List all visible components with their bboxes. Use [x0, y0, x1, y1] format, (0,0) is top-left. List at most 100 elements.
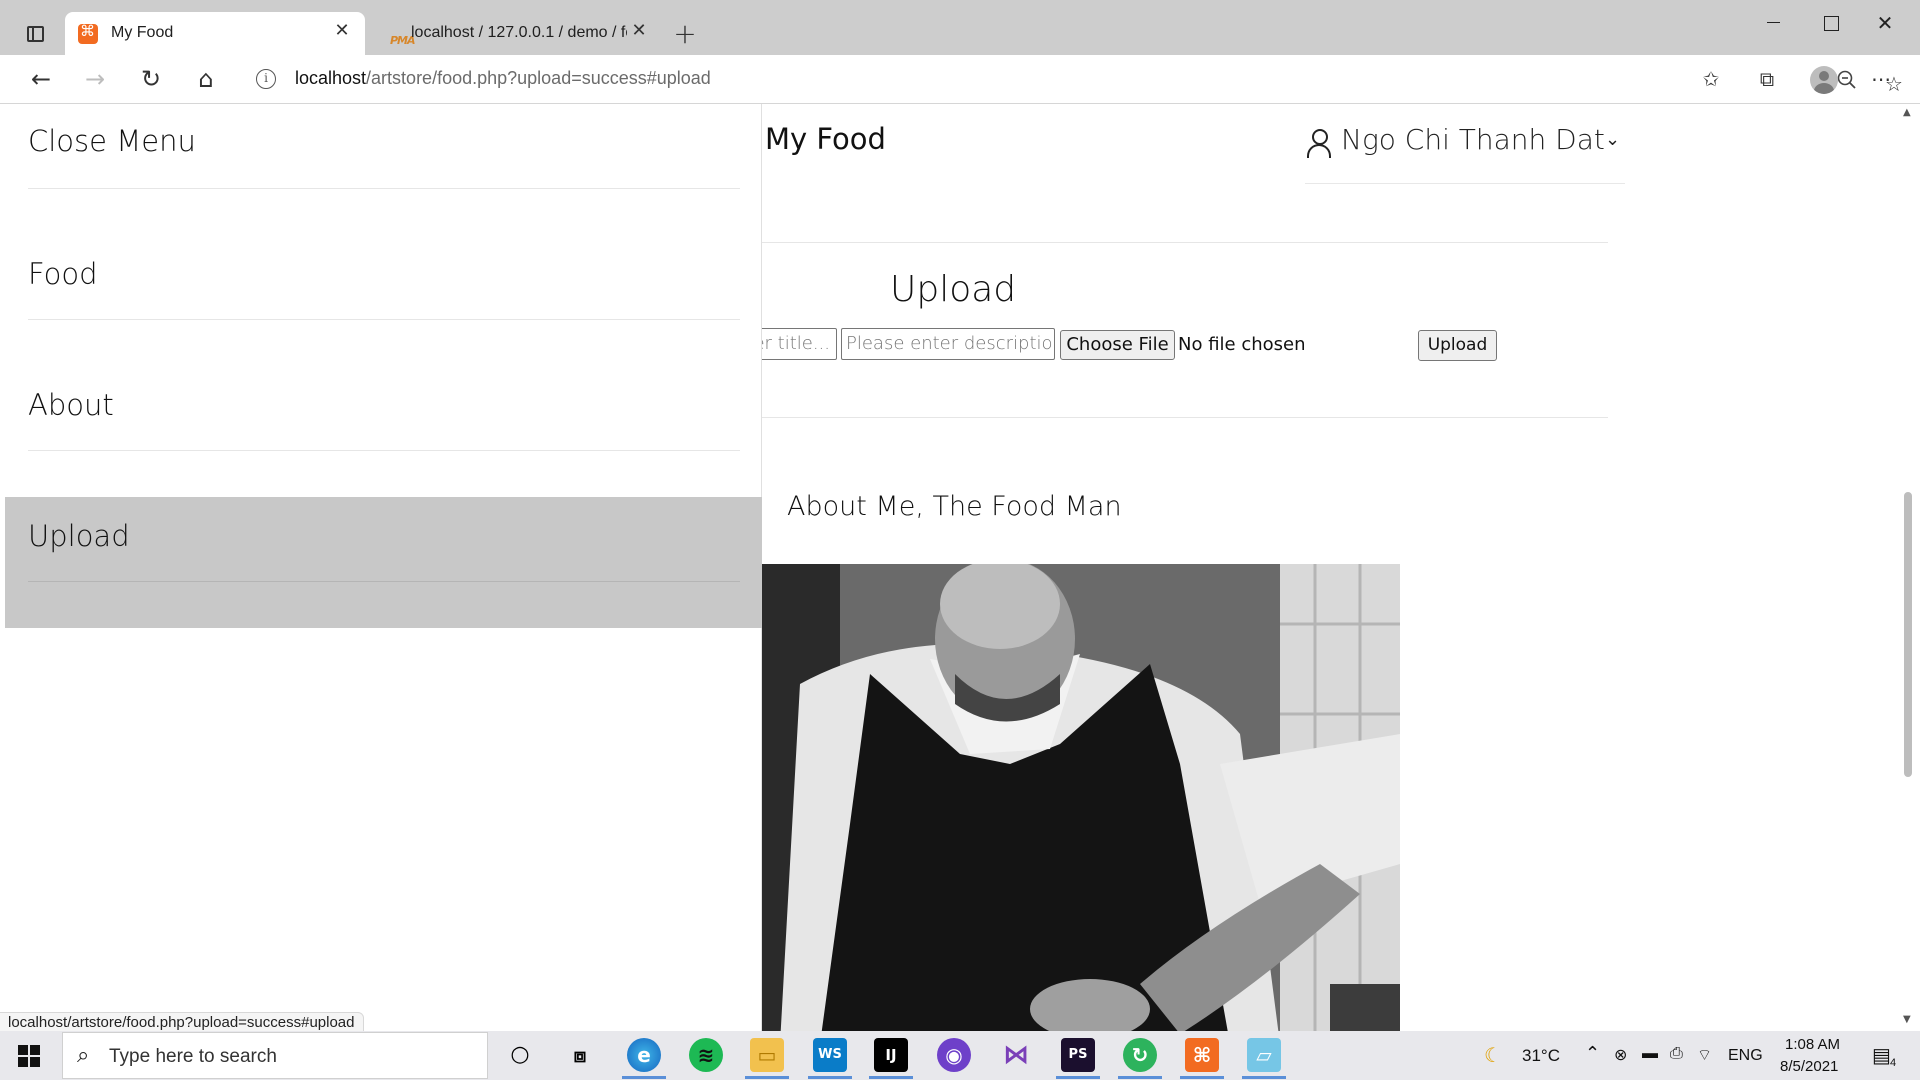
upload-submit-button[interactable]: Upload [1418, 330, 1497, 361]
phpmyadmin-favicon-icon: PMA [390, 34, 416, 47]
home-button[interactable]: ⌂ [191, 64, 221, 94]
clock-date[interactable]: 8/5/2021 [1780, 1058, 1838, 1075]
active-indicator [622, 1076, 666, 1079]
evernote-icon[interactable]: ↻ [1123, 1038, 1157, 1072]
site-info-icon[interactable]: i [256, 69, 276, 89]
tab-my-food[interactable]: My Food ✕ [65, 12, 365, 55]
menu-item-about[interactable]: About [5, 366, 762, 497]
phpstorm-icon[interactable]: PS [1061, 1038, 1095, 1072]
choose-file-button[interactable]: Choose File [1060, 330, 1175, 360]
clock-time[interactable]: 1:08 AM [1785, 1036, 1840, 1053]
menu-close-button[interactable]: Close Menu [5, 104, 762, 235]
input-language[interactable]: ENG [1728, 1047, 1763, 1065]
active-indicator [869, 1076, 913, 1079]
page-scrollbar[interactable]: ▲ ▼ [1896, 104, 1920, 1031]
system-tray: ☾ 31°C ⌃ ⊗ ▬ ⎙ ⌔ ENG 1:08 AM 8/5/2021 ▤ … [1480, 1031, 1920, 1080]
close-tab-icon[interactable]: ✕ [630, 22, 648, 40]
description-input[interactable]: Please enter description. [841, 328, 1055, 360]
notification-count: 4 [1890, 1057, 1897, 1069]
title-bar: My Food ✕ PMA localhost / 127.0.0.1 / de… [0, 0, 1920, 55]
menu-item-label: About [28, 388, 114, 422]
xampp-favicon-icon [78, 22, 98, 44]
divider [28, 450, 740, 451]
divider [1305, 183, 1625, 184]
moon-weather-icon[interactable]: ☾ [1484, 1043, 1502, 1068]
browser-toolbar: ← → ↻ ⌂ i localhost/artstore/food.php?up… [0, 55, 1920, 104]
notepad-icon[interactable]: ▱ [1247, 1038, 1281, 1072]
divider [28, 581, 740, 582]
scroll-down-arrow-icon[interactable]: ▼ [1903, 1014, 1911, 1025]
visual-studio-icon[interactable]: ⋈ [999, 1038, 1033, 1072]
minimize-button[interactable] [1753, 8, 1793, 38]
more-menu-icon[interactable]: ⋯ [1866, 64, 1896, 94]
upload-heading: Upload [890, 269, 1017, 310]
url-text[interactable]: localhost/artstore/food.php?upload=succe… [295, 68, 711, 89]
file-status: No file chosen [1178, 334, 1306, 355]
divider [28, 188, 740, 189]
side-menu: Close Menu Food About Upload [5, 104, 762, 1031]
tab-phpmyadmin[interactable]: PMA localhost / 127.0.0.1 / demo / food … [367, 12, 662, 55]
browser-window: My Food ✕ PMA localhost / 127.0.0.1 / de… [0, 0, 1920, 1080]
active-indicator [808, 1076, 852, 1079]
active-indicator [1118, 1076, 1162, 1079]
about-heading: About Me, The Food Man [787, 491, 1122, 522]
file-explorer-icon[interactable]: ▭ [750, 1038, 784, 1072]
active-indicator [1056, 1076, 1100, 1079]
profile-avatar[interactable] [1810, 66, 1838, 94]
forward-button[interactable]: → [80, 64, 110, 94]
close-window-button[interactable]: ✕ [1865, 8, 1905, 38]
task-view-icon[interactable]: ⧈ [563, 1038, 597, 1072]
scrollbar-thumb[interactable] [1904, 492, 1912, 777]
network-status-icon[interactable]: ⊗ [1614, 1045, 1627, 1065]
active-indicator [745, 1076, 789, 1079]
weather-temperature[interactable]: 31°C [1522, 1046, 1560, 1066]
refresh-button[interactable]: ↻ [136, 64, 166, 94]
tab-actions-button[interactable] [18, 20, 53, 50]
battery-icon[interactable]: ▬ [1642, 1045, 1658, 1063]
divider [760, 417, 1608, 418]
divider [760, 242, 1608, 243]
github-desktop-icon[interactable]: ◉ [937, 1038, 971, 1072]
tab-actions-icon [27, 26, 44, 42]
cortana-icon[interactable]: ○ [503, 1038, 537, 1072]
intellij-icon[interactable]: IJ [874, 1038, 908, 1072]
menu-item-label: Upload [28, 519, 130, 553]
active-indicator [1180, 1076, 1224, 1079]
site-brand[interactable]: My Food [765, 122, 886, 156]
scroll-up-arrow-icon[interactable]: ▲ [1903, 107, 1911, 118]
menu-item-food[interactable]: Food [5, 235, 762, 366]
page-viewport: My Food Ngo Chi Thanh Dat ⌄ Upload Pleas… [0, 104, 1920, 1031]
user-menu[interactable]: Ngo Chi Thanh Dat ⌄ [1305, 119, 1625, 169]
user-icon [1307, 129, 1331, 158]
new-tab-button[interactable]: + [670, 20, 700, 50]
collections-icon[interactable]: ⧉ [1752, 64, 1782, 94]
taskbar: ⌕ Type here to search ○ ⧈ e ≋ ▭ WS IJ ◉ … [0, 1031, 1920, 1080]
xampp-icon[interactable]: ⌘ [1185, 1038, 1219, 1072]
spotify-icon[interactable]: ≋ [689, 1038, 723, 1072]
divider [28, 319, 740, 320]
menu-item-label: Food [28, 257, 98, 291]
chevron-up-icon[interactable]: ⌃ [1585, 1043, 1600, 1064]
taskbar-search-box[interactable]: ⌕ Type here to search [62, 1032, 488, 1079]
maximize-button[interactable] [1810, 8, 1850, 38]
menu-item-label: Close Menu [28, 124, 196, 158]
chevron-down-icon: ⌄ [1605, 129, 1621, 150]
webstorm-icon[interactable]: WS [813, 1038, 847, 1072]
edge-icon[interactable]: e [627, 1038, 661, 1072]
tab-title: localhost / 127.0.0.1 / demo / food [411, 24, 627, 41]
search-placeholder: Type here to search [109, 1046, 277, 1067]
tab-title: My Food [111, 24, 174, 41]
chef-photo [760, 564, 1400, 1031]
meet-now-icon[interactable]: ⎙ [1670, 1045, 1683, 1063]
back-button[interactable]: ← [26, 64, 56, 94]
wifi-icon[interactable]: ⌔ [1697, 1045, 1712, 1065]
notification-center-icon[interactable]: ▤ [1872, 1043, 1891, 1068]
favorites-icon[interactable]: ✩ [1696, 64, 1726, 94]
user-name: Ngo Chi Thanh Dat [1341, 123, 1605, 156]
menu-item-upload[interactable]: Upload [5, 497, 762, 628]
address-bar[interactable]: i localhost/artstore/food.php?upload=suc… [242, 60, 1903, 98]
search-icon: ⌕ [77, 1043, 90, 1068]
close-tab-icon[interactable]: ✕ [333, 22, 351, 40]
windows-start-icon[interactable] [18, 1045, 40, 1067]
active-indicator [1242, 1076, 1286, 1079]
